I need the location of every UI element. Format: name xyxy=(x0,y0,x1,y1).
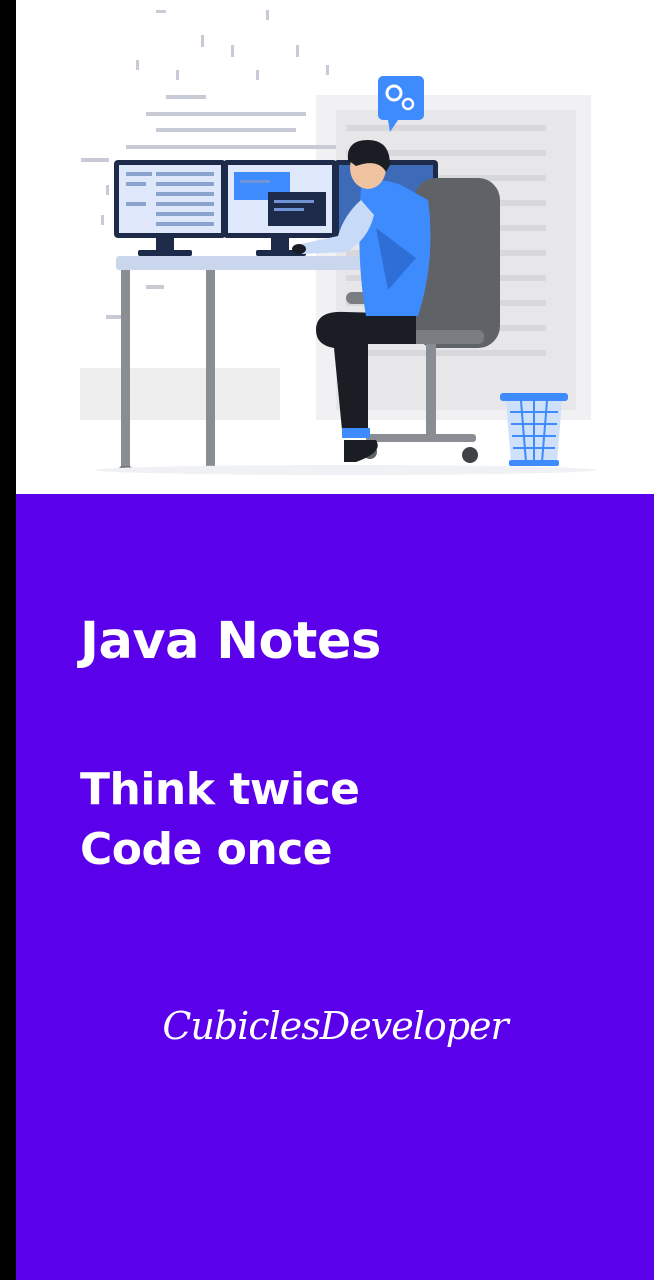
hero-illustration xyxy=(16,0,654,494)
developer-brand: CubiclesDeveloper xyxy=(162,1004,508,1048)
developer-at-desk-illustration xyxy=(80,10,596,475)
floor-boxes xyxy=(80,368,280,420)
splash-screen: Java Notes Think twice Code once Cubicle… xyxy=(16,0,654,1280)
app-title: Java Notes xyxy=(80,612,381,671)
tagline-line-2: Code once xyxy=(80,824,333,875)
tagline-line-1: Think twice xyxy=(80,764,360,815)
tagline: Think twice Code once xyxy=(80,760,360,880)
monitor-left xyxy=(114,160,226,256)
trash-bin xyxy=(500,393,568,466)
floor-shadow xyxy=(96,465,596,475)
splash-panel: Java Notes Think twice Code once Cubicle… xyxy=(16,494,654,1280)
